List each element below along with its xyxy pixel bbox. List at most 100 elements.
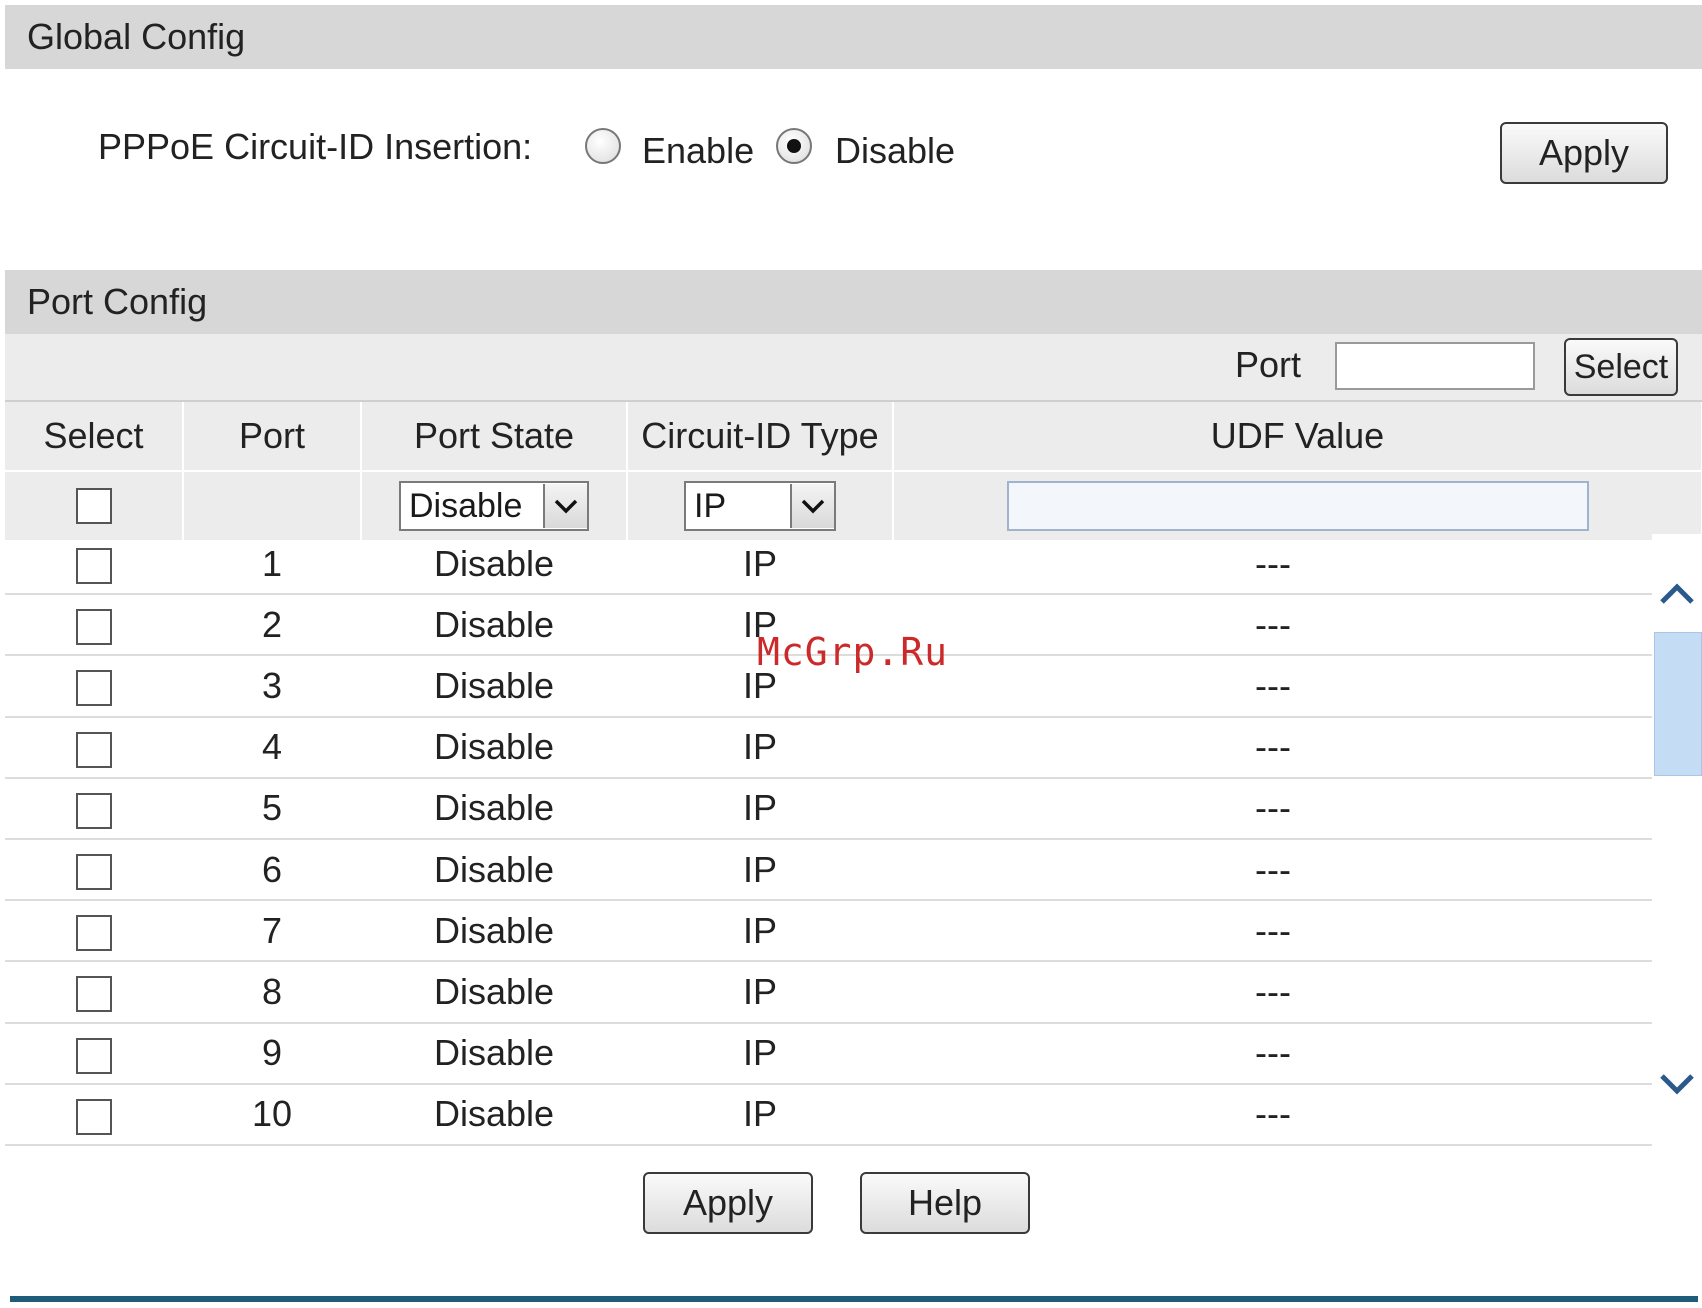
bulk-udf-cell xyxy=(893,471,1702,540)
row-udf-value: --- xyxy=(1255,1093,1291,1135)
port-config-title: Port Config xyxy=(27,281,208,322)
table-row: 4 Disable IP --- xyxy=(5,718,1653,779)
row-select-checkbox[interactable] xyxy=(76,548,112,585)
rows-scrollbar[interactable] xyxy=(1652,534,1702,1146)
row-port: 8 xyxy=(261,970,283,1012)
row-port-state: Disable xyxy=(433,848,555,890)
row-udf-value: --- xyxy=(1255,603,1291,645)
help-button[interactable]: Help xyxy=(860,1172,1030,1234)
row-udf-value: --- xyxy=(1255,848,1291,890)
column-header-select: Select xyxy=(5,402,184,472)
circuit-id-type-select-value: IP xyxy=(694,486,727,525)
bulk-edit-row: Disable IP xyxy=(5,471,1702,540)
row-udf-value: --- xyxy=(1255,726,1291,768)
row-port: 9 xyxy=(261,1032,283,1074)
row-udf-value: --- xyxy=(1255,542,1291,584)
row-port-state: Disable xyxy=(433,787,555,829)
bulk-port-cell xyxy=(183,471,362,540)
pppoe-insertion-label: PPPoE Circuit-ID Insertion: xyxy=(98,126,533,167)
chevron-up-icon[interactable] xyxy=(1652,570,1702,620)
select-all-checkbox[interactable] xyxy=(75,488,112,524)
port-apply-button[interactable]: Apply xyxy=(643,1172,813,1234)
chevron-down-icon[interactable] xyxy=(790,484,834,528)
enable-radio-label[interactable]: Enable xyxy=(642,130,754,172)
column-header-port: Port xyxy=(183,402,362,472)
table-row: 6 Disable IP --- xyxy=(5,840,1653,902)
circuit-id-type-select[interactable]: IP xyxy=(684,481,836,531)
row-select-checkbox[interactable] xyxy=(76,976,112,1013)
chevron-down-icon[interactable] xyxy=(543,484,587,528)
row-select-checkbox[interactable] xyxy=(76,1098,112,1135)
table-row: 9 Disable IP --- xyxy=(5,1024,1653,1085)
row-port: 10 xyxy=(251,1093,293,1135)
row-circuit-id-type: IP xyxy=(742,542,777,584)
row-circuit-id-type: IP xyxy=(742,1093,777,1135)
port-config-table: Select Port Port State Circuit-ID Type U… xyxy=(5,402,1702,540)
row-udf-value: --- xyxy=(1255,664,1291,706)
udf-value-input[interactable] xyxy=(1006,481,1589,531)
port-rows-list: 1 Disable IP --- 2 Disable IP --- 3 Disa… xyxy=(5,534,1653,1146)
row-port-state: Disable xyxy=(433,1093,555,1135)
row-port-state: Disable xyxy=(433,1032,555,1074)
global-config-header: Global Config xyxy=(5,5,1702,69)
watermark: McGrp.Ru xyxy=(757,630,949,674)
table-row: 10 Disable IP --- xyxy=(5,1085,1653,1146)
row-select-checkbox[interactable] xyxy=(76,915,112,952)
row-circuit-id-type: IP xyxy=(742,1032,777,1074)
row-circuit-id-type: IP xyxy=(742,787,777,829)
row-udf-value: --- xyxy=(1255,1032,1291,1074)
row-circuit-id-type: IP xyxy=(742,909,777,951)
enable-radio[interactable] xyxy=(585,128,621,164)
row-udf-value: --- xyxy=(1255,970,1291,1012)
global-config-title: Global Config xyxy=(27,16,246,57)
row-select-checkbox[interactable] xyxy=(76,609,112,646)
table-header-row: Select Port Port State Circuit-ID Type U… xyxy=(5,402,1702,472)
port-filter-input[interactable] xyxy=(1335,342,1535,390)
row-port: 6 xyxy=(261,848,283,890)
row-port: 2 xyxy=(261,603,283,645)
row-port-state: Disable xyxy=(433,542,555,584)
row-port-state: Disable xyxy=(433,726,555,768)
chevron-down-icon[interactable] xyxy=(1652,1058,1702,1108)
row-port: 7 xyxy=(261,909,283,951)
port-config-header: Port Config xyxy=(5,270,1702,334)
row-port-state: Disable xyxy=(433,909,555,951)
disable-radio-label[interactable]: Disable xyxy=(835,130,955,172)
footer-divider xyxy=(10,1296,1698,1302)
bulk-state-cell: Disable xyxy=(361,471,628,540)
global-apply-button[interactable]: Apply xyxy=(1500,122,1668,184)
row-udf-value: --- xyxy=(1255,787,1291,829)
column-header-udf-value: UDF Value xyxy=(893,402,1702,472)
row-circuit-id-type: IP xyxy=(742,970,777,1012)
row-select-checkbox[interactable] xyxy=(76,854,112,891)
port-state-select[interactable]: Disable xyxy=(399,481,589,531)
row-circuit-id-type: IP xyxy=(742,726,777,768)
row-port-state: Disable xyxy=(433,970,555,1012)
port-state-select-value: Disable xyxy=(409,486,523,525)
port-filter-label: Port xyxy=(1235,344,1302,385)
disable-radio[interactable] xyxy=(776,128,812,164)
port-select-button[interactable]: Select xyxy=(1564,338,1678,396)
table-row: 8 Disable IP --- xyxy=(5,962,1653,1024)
row-udf-value: --- xyxy=(1255,909,1291,951)
row-circuit-id-type: IP xyxy=(742,848,777,890)
bulk-select-cell xyxy=(5,471,184,540)
table-row: 5 Disable IP --- xyxy=(5,779,1653,840)
row-select-checkbox[interactable] xyxy=(76,792,112,829)
table-row: 7 Disable IP --- xyxy=(5,901,1653,963)
pppoe-insertion-row: PPPoE Circuit-ID Insertion: Enable Disab… xyxy=(0,112,1702,192)
row-port: 3 xyxy=(261,664,283,706)
row-port: 5 xyxy=(261,787,283,829)
port-filter-toolbar: Port Select xyxy=(5,334,1702,402)
column-header-circuit-id-type: Circuit-ID Type xyxy=(627,402,894,472)
row-select-checkbox[interactable] xyxy=(76,1037,112,1074)
column-header-port-state: Port State xyxy=(361,402,628,472)
row-port: 4 xyxy=(261,726,283,768)
row-select-checkbox[interactable] xyxy=(76,731,112,768)
row-port-state: Disable xyxy=(433,664,555,706)
row-select-checkbox[interactable] xyxy=(76,670,112,707)
table-row: 1 Disable IP --- xyxy=(5,534,1653,596)
scrollbar-thumb[interactable] xyxy=(1654,632,1702,776)
row-port-state: Disable xyxy=(433,603,555,645)
bulk-type-cell: IP xyxy=(627,471,894,540)
